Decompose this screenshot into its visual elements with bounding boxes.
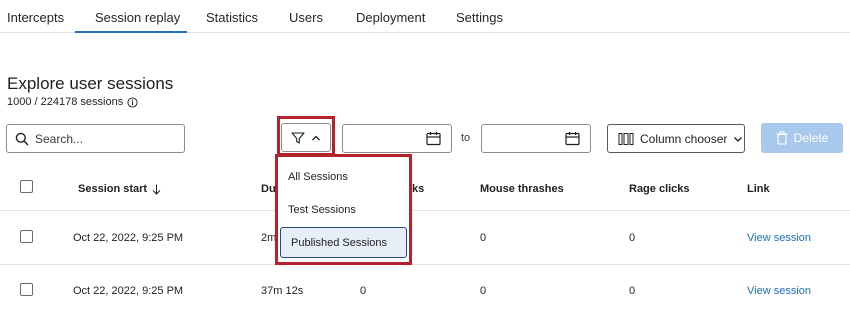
column-header-session-start[interactable]: Session start (78, 183, 161, 195)
column-chooser-button[interactable]: Column chooser (607, 124, 745, 153)
rage-clicks-cell: 0 (629, 285, 636, 297)
tab-deployment[interactable]: Deployment (356, 10, 425, 33)
tab-users[interactable]: Users (289, 10, 323, 33)
column-header-session-start-label: Session start (78, 183, 148, 195)
columns-icon (618, 132, 634, 145)
filter-button[interactable] (281, 123, 331, 152)
column-header-duration[interactable]: Du (261, 183, 276, 195)
chevron-up-icon (312, 135, 320, 140)
search-box[interactable] (6, 124, 185, 153)
search-input[interactable] (35, 131, 175, 146)
sessions-count: 1000 / 224178 sessions (7, 96, 138, 108)
row-divider (0, 210, 850, 211)
tab-intercepts[interactable]: Intercepts (7, 10, 64, 33)
mouse-thrashes-cell: 0 (480, 232, 487, 244)
column-header-rage-clicks[interactable]: Rage clicks (629, 183, 690, 195)
filter-icon (291, 131, 305, 144)
trash-icon (776, 131, 788, 145)
mouse-thrashes-cell: 0 (480, 285, 487, 297)
duration-cell: 2m (261, 232, 277, 244)
sessions-count-text: 1000 / 224178 sessions (7, 96, 124, 108)
column-chooser-label: Column chooser (640, 131, 728, 146)
calendar-icon[interactable] (426, 131, 441, 146)
start-date-input[interactable] (342, 124, 452, 153)
column-header-mouse-thrashes[interactable]: Mouse thrashes (480, 183, 564, 195)
delete-button[interactable]: Delete (761, 123, 843, 153)
tab-bar: Intercepts Session replay Statistics Use… (0, 0, 850, 33)
arrow-down-icon (152, 184, 161, 195)
column-header-clicks[interactable]: ks (412, 183, 424, 195)
tab-session-replay[interactable]: Session replay (95, 10, 180, 33)
row-divider (0, 264, 850, 265)
session-start-cell: Oct 22, 2022, 9:25 PM (73, 285, 184, 297)
info-icon[interactable] (127, 96, 138, 108)
select-all-checkbox[interactable] (20, 180, 33, 193)
tab-statistics[interactable]: Statistics (206, 10, 258, 33)
calendar-icon[interactable] (565, 131, 580, 146)
tab-settings[interactable]: Settings (456, 10, 503, 33)
end-date-input[interactable] (481, 124, 591, 153)
delete-label: Delete (793, 131, 829, 145)
row-checkbox[interactable] (20, 230, 33, 243)
row-checkbox[interactable] (20, 283, 33, 296)
session-start-cell: Oct 22, 2022, 9:25 PM (73, 232, 184, 244)
column-header-link: Link (747, 183, 770, 195)
clicks-cell: 0 (360, 285, 367, 297)
search-icon (15, 132, 29, 146)
rage-clicks-cell: 0 (629, 232, 636, 244)
view-session-link[interactable]: View session (747, 285, 811, 297)
view-session-link[interactable]: View session (747, 232, 811, 244)
page-title: Explore user sessions (7, 74, 174, 93)
date-range-to-label: to (461, 132, 471, 144)
filter-dropdown-highlight (275, 154, 412, 265)
duration-cell: 37m 12s (261, 285, 304, 297)
chevron-down-icon (734, 136, 743, 142)
